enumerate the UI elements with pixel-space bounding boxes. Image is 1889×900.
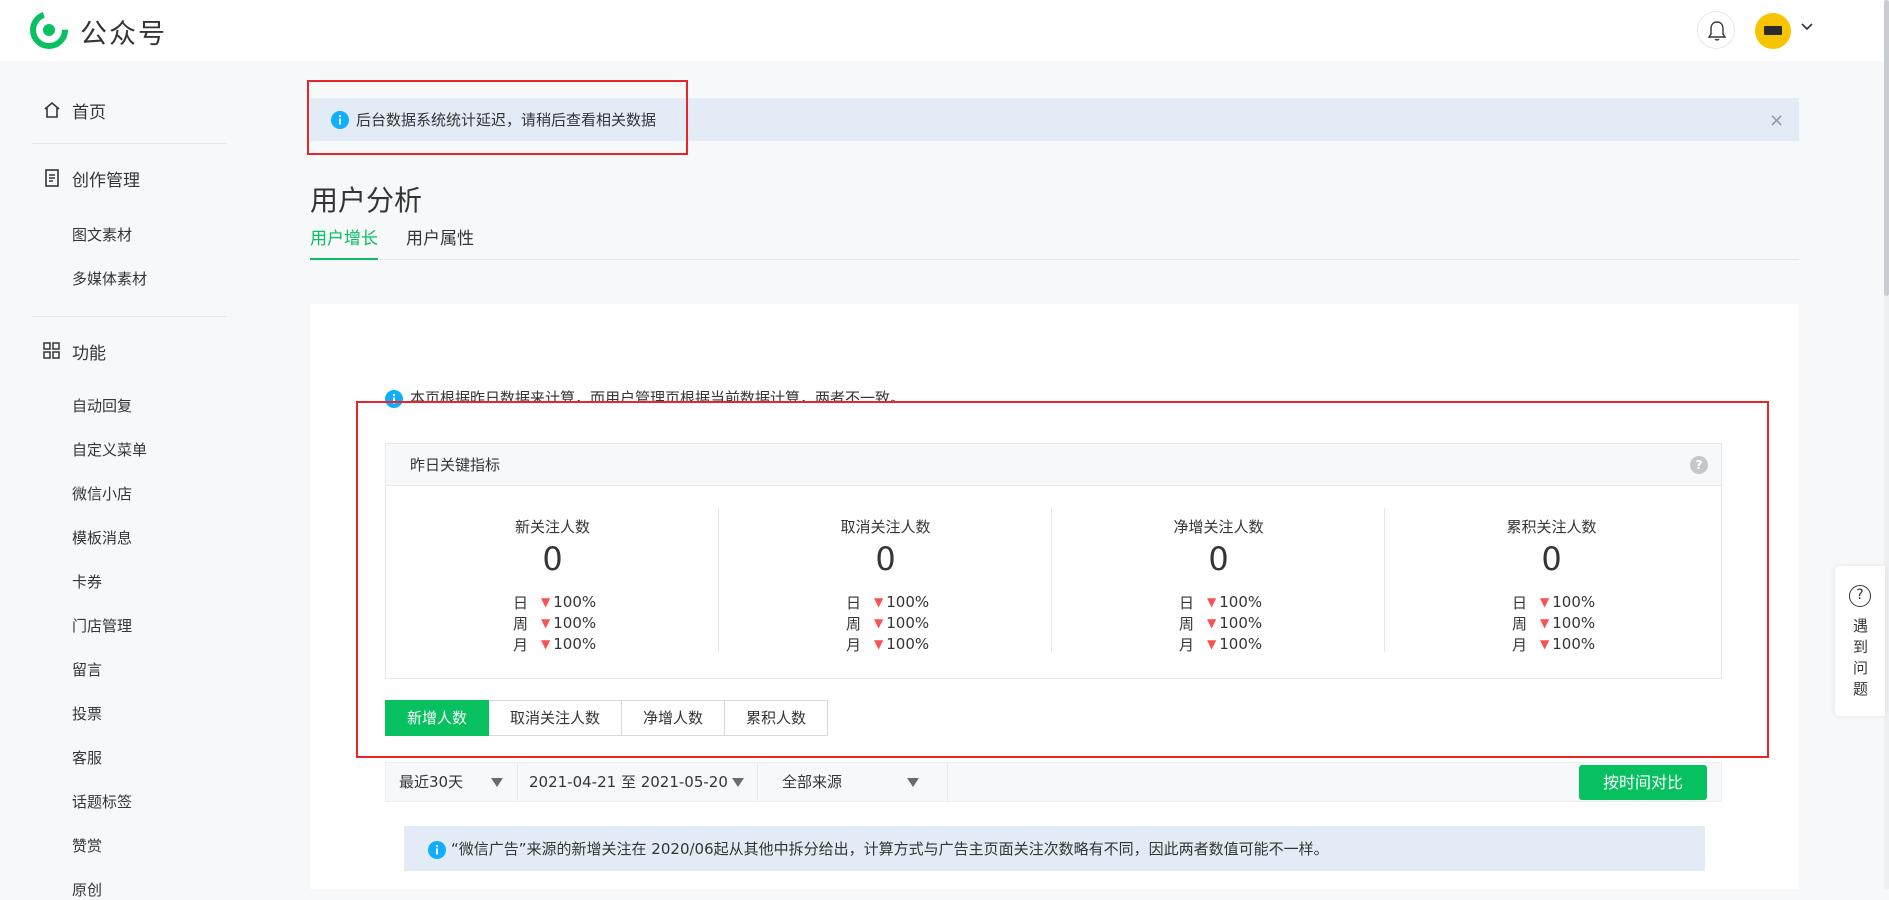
bell-icon — [1707, 21, 1727, 41]
sidebar-item-custom-menu[interactable]: 自定义菜单 — [72, 439, 147, 460]
vertical-scrollbar[interactable] — [1884, 0, 1889, 889]
compare-by-time-button[interactable]: 按时间对比 — [1579, 765, 1707, 800]
sidebar-divider — [32, 143, 227, 144]
avatar-image — [1764, 26, 1782, 35]
chevron-down-icon[interactable] — [1800, 22, 1814, 32]
sidebar-divider — [32, 316, 227, 317]
page-title: 用户分析 — [310, 183, 423, 217]
user-avatar[interactable] — [1755, 13, 1791, 49]
date-range-picker[interactable]: 2021-04-21 至 2021-05-20 — [529, 763, 757, 801]
filter-divider — [517, 763, 518, 801]
grid-icon — [42, 341, 62, 361]
source-select-value: 全部来源 — [782, 773, 843, 791]
filter-divider — [757, 763, 758, 801]
dropdown-triangle-icon — [732, 778, 744, 787]
tab-user-attributes[interactable]: 用户属性 — [406, 224, 474, 260]
sidebar-item-customer-service[interactable]: 客服 — [72, 747, 102, 768]
sidebar-item-appreciation[interactable]: 赞赏 — [72, 835, 102, 856]
sidebar-item-image-text-material[interactable]: 图文素材 — [72, 224, 132, 245]
period-select-value: 最近30天 — [399, 773, 464, 791]
document-icon — [42, 168, 62, 188]
filter-bar: 最近30天 2021-04-21 至 2021-05-20 全部来源 按时间对比 — [385, 762, 1722, 802]
top-header: 公众号 — [0, 0, 1889, 61]
notification-bell-button[interactable] — [1697, 11, 1735, 49]
sidebar-item-label: 功能 — [72, 343, 106, 364]
close-icon[interactable]: × — [1769, 110, 1784, 131]
brand-name: 公众号 — [80, 19, 167, 50]
question-icon: ? — [1849, 585, 1871, 607]
wechat-ads-notice: “微信广告”来源的新增关注在 2020/06起从其他中拆分给出，计算方式与广告主… — [404, 826, 1705, 871]
sidebar-item-label: 创作管理 — [72, 170, 140, 191]
sidebar-item-template-message[interactable]: 模板消息 — [72, 527, 132, 548]
sidebar-item-features[interactable]: 功能 — [42, 334, 106, 368]
dropdown-triangle-icon — [907, 778, 919, 787]
sidebar-item-topic-tags[interactable]: 话题标签 — [72, 791, 132, 812]
wechat-ads-notice-text: “微信广告”来源的新增关注在 2020/06起从其他中拆分给出，计算方式与广告主… — [451, 840, 1329, 858]
sidebar-item-comments[interactable]: 留言 — [72, 659, 102, 680]
wechat-official-account-logo[interactable] — [30, 11, 68, 49]
sidebar-item-auto-reply[interactable]: 自动回复 — [72, 395, 132, 416]
annotation-box-notice — [307, 80, 688, 155]
date-range-value: 2021-04-21 至 2021-05-20 — [529, 773, 728, 791]
sidebar-item-home[interactable]: 首页 — [42, 93, 106, 127]
tab-user-growth[interactable]: 用户增长 — [310, 224, 378, 260]
scrollbar-thumb[interactable] — [1884, 0, 1889, 296]
floating-help-widget[interactable]: ? 遇到问题 — [1835, 566, 1885, 716]
filter-divider — [947, 763, 948, 801]
sidebar-item-multimedia-material[interactable]: 多媒体素材 — [72, 268, 147, 289]
sidebar-item-original[interactable]: 原创 — [72, 879, 102, 900]
period-select[interactable]: 最近30天 — [399, 763, 517, 801]
sidebar: 首页 创作管理 图文素材 多媒体素材 功能 自动回复 自定义菜单 微信小店 模板… — [0, 61, 260, 899]
source-select[interactable]: 全部来源 — [782, 763, 932, 801]
sidebar-item-wechat-store[interactable]: 微信小店 — [72, 483, 132, 504]
floating-help-label: 遇到问题 — [1853, 617, 1869, 698]
sidebar-item-store-management[interactable]: 门店管理 — [72, 615, 132, 636]
sidebar-item-creation[interactable]: 创作管理 — [42, 161, 140, 195]
home-icon — [42, 100, 62, 120]
dropdown-triangle-icon — [491, 778, 503, 787]
sidebar-item-vote[interactable]: 投票 — [72, 703, 102, 724]
sidebar-item-cards[interactable]: 卡券 — [72, 571, 102, 592]
info-icon — [428, 841, 446, 859]
sidebar-item-label: 首页 — [72, 102, 106, 123]
analysis-tabs: 用户增长 用户属性 — [310, 224, 1799, 260]
annotation-box-metrics — [356, 401, 1769, 758]
